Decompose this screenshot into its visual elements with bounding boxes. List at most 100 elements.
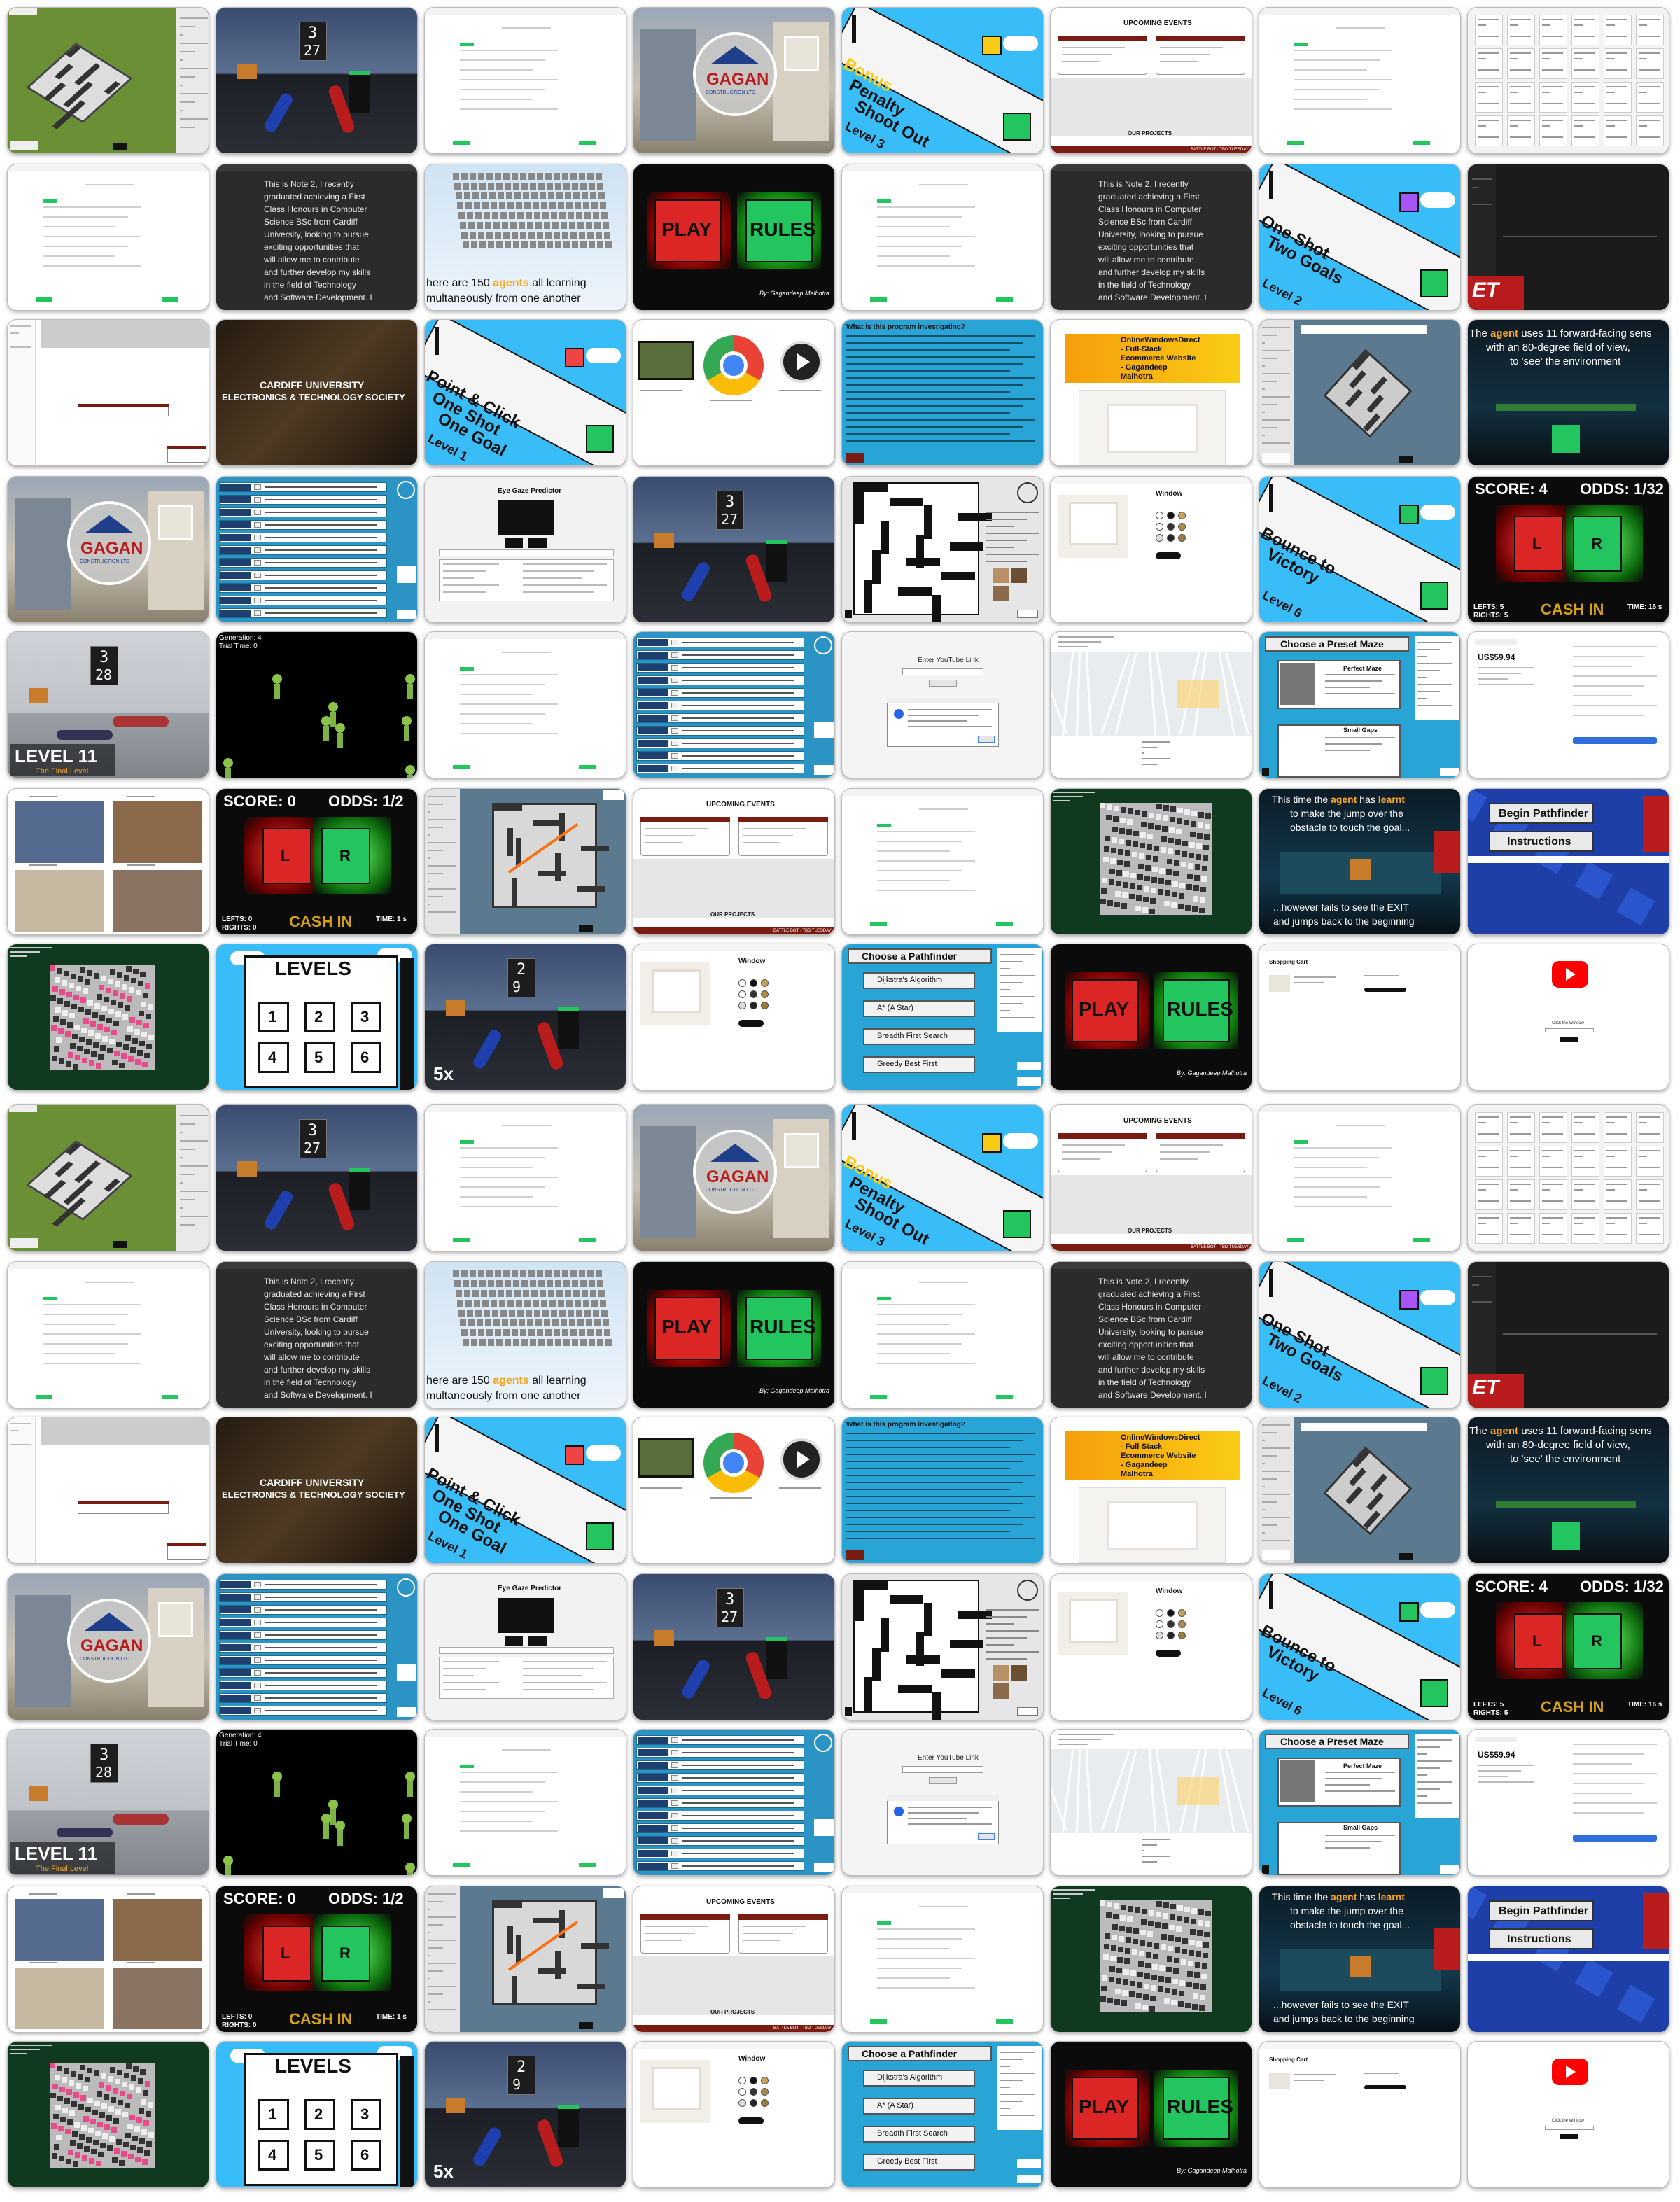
confirm-button[interactable] bbox=[1440, 1865, 1460, 1874]
color-option[interactable] bbox=[761, 990, 769, 998]
project-thumbnail[interactable]: here are 150 agents all learning multaneo… bbox=[424, 1261, 626, 1408]
next-button[interactable] bbox=[579, 141, 596, 145]
project-thumbnail[interactable]: 3 27 bbox=[216, 1104, 418, 1251]
submit-button[interactable] bbox=[453, 765, 470, 769]
back-button[interactable] bbox=[845, 1707, 852, 1716]
project-thumbnail[interactable]: here are 150 agents all learning multaneo… bbox=[424, 164, 626, 311]
settings-button[interactable] bbox=[1017, 2159, 1041, 2168]
project-thumbnail[interactable]: US$59.94 bbox=[1467, 631, 1670, 778]
color-option[interactable] bbox=[750, 2088, 757, 2096]
color-option[interactable] bbox=[761, 1002, 769, 1009]
setting-input[interactable] bbox=[671, 1800, 678, 1806]
setting-input[interactable] bbox=[671, 652, 678, 658]
next-button[interactable] bbox=[579, 765, 596, 769]
color-option[interactable] bbox=[761, 2088, 769, 2096]
project-thumbnail[interactable]: GAGAN CONSTRUCTION LTD bbox=[633, 1104, 835, 1251]
setting-input[interactable] bbox=[671, 715, 678, 721]
project-thumbnail[interactable] bbox=[633, 1729, 835, 1876]
project-thumbnail[interactable] bbox=[633, 1417, 835, 1564]
tab-strip[interactable] bbox=[439, 549, 614, 556]
project-thumbnail[interactable] bbox=[633, 631, 835, 778]
project-photo[interactable] bbox=[113, 1968, 202, 2029]
project-thumbnail[interactable] bbox=[7, 7, 209, 154]
project-thumbnail[interactable]: 3 27 bbox=[633, 476, 835, 623]
setting-input[interactable] bbox=[671, 665, 678, 671]
top-button[interactable] bbox=[603, 1888, 624, 1898]
color-option[interactable] bbox=[1178, 1609, 1186, 1617]
project-photo[interactable] bbox=[15, 801, 104, 863]
color-option[interactable] bbox=[1156, 523, 1163, 531]
color-option[interactable] bbox=[1167, 1609, 1175, 1617]
setting-input[interactable] bbox=[254, 1607, 261, 1613]
confirm-button[interactable] bbox=[1440, 768, 1460, 776]
setting-input[interactable] bbox=[254, 547, 261, 553]
project-thumbnail[interactable] bbox=[7, 1886, 209, 2033]
confirm-button[interactable] bbox=[814, 765, 834, 775]
submit-button[interactable] bbox=[36, 1395, 52, 1399]
color-option[interactable] bbox=[1156, 1609, 1163, 1617]
event-card[interactable] bbox=[1058, 36, 1147, 75]
color-option[interactable] bbox=[738, 2088, 746, 2096]
project-thumbnail[interactable] bbox=[424, 1886, 626, 2033]
setting-input[interactable] bbox=[671, 1762, 678, 1768]
project-thumbnail[interactable] bbox=[7, 1417, 209, 1564]
submit-button[interactable] bbox=[1560, 2134, 1578, 2139]
project-thumbnail[interactable]: 3 27 bbox=[633, 1573, 835, 1720]
pause-button[interactable] bbox=[579, 925, 593, 932]
setting-input[interactable] bbox=[671, 1851, 678, 1856]
setting-input[interactable] bbox=[671, 1788, 678, 1793]
next-button[interactable] bbox=[162, 1395, 178, 1399]
project-thumbnail[interactable]: Choose a Preset Maze Perfect Maze Small Ga… bbox=[1259, 1729, 1461, 1876]
event-card[interactable] bbox=[640, 1914, 730, 1954]
project-thumbnail[interactable]: LEVELS 1 2 3 4 5 6 bbox=[216, 2041, 418, 2188]
project-thumbnail[interactable] bbox=[7, 164, 209, 311]
next-button[interactable] bbox=[996, 2019, 1013, 2024]
setting-input[interactable] bbox=[254, 560, 261, 566]
color-option[interactable] bbox=[1178, 1632, 1186, 1639]
next-button[interactable] bbox=[996, 1395, 1013, 1399]
tile-swatch[interactable] bbox=[993, 586, 1009, 601]
color-option[interactable] bbox=[1156, 512, 1163, 519]
project-thumbnail[interactable]: Choose a Pathfinder Dijkstra's Algorithm A… bbox=[841, 944, 1044, 1091]
color-option[interactable] bbox=[1178, 1620, 1186, 1628]
project-thumbnail[interactable]: CARDIFF UNIVERSITY ELECTRONICS & TECHNOLO… bbox=[216, 319, 418, 466]
ok-button[interactable] bbox=[978, 1833, 995, 1840]
confirm-button[interactable] bbox=[397, 610, 416, 619]
setting-input[interactable] bbox=[671, 678, 678, 683]
project-thumbnail[interactable]: ET bbox=[1467, 164, 1670, 311]
speed-slider[interactable] bbox=[10, 141, 38, 150]
project-thumbnail[interactable]: This is Note 2, I recently graduated achi… bbox=[1050, 1261, 1252, 1408]
project-thumbnail[interactable] bbox=[1050, 1729, 1252, 1876]
color-option[interactable] bbox=[750, 2099, 757, 2107]
color-option[interactable] bbox=[1156, 534, 1163, 542]
submit-button[interactable] bbox=[1287, 141, 1304, 145]
cash-in-button[interactable]: CASH IN bbox=[289, 913, 352, 930]
tile-swatch[interactable] bbox=[993, 568, 1009, 583]
video-thumbnail[interactable] bbox=[638, 341, 694, 380]
pause-button[interactable] bbox=[579, 2022, 593, 2029]
project-thumbnail[interactable] bbox=[1467, 7, 1670, 154]
project-thumbnail[interactable]: Window bbox=[1050, 476, 1252, 623]
setting-input[interactable] bbox=[671, 1775, 678, 1781]
add-to-cart-button[interactable] bbox=[1156, 552, 1181, 559]
project-thumbnail[interactable]: Choose a Preset Maze Perfect Maze Small Ga… bbox=[1259, 631, 1461, 778]
preset-card[interactable] bbox=[1278, 724, 1401, 778]
top-button[interactable] bbox=[9, 8, 37, 15]
project-thumbnail[interactable]: LEVELS 1 2 3 4 5 6 bbox=[216, 944, 418, 1091]
project-thumbnail[interactable]: Click the Window bbox=[1467, 944, 1670, 1091]
add-to-cart-button[interactable] bbox=[738, 2117, 764, 2124]
back-button[interactable] bbox=[1262, 768, 1269, 776]
project-thumbnail[interactable]: OnlineWindowsDirect - Full-Stack Ecommerce… bbox=[1050, 1417, 1252, 1564]
setting-input[interactable] bbox=[254, 1657, 261, 1663]
link-input[interactable] bbox=[1545, 1028, 1594, 1032]
setting-input[interactable] bbox=[254, 1582, 261, 1587]
next-button[interactable] bbox=[1413, 1238, 1430, 1242]
download-button[interactable] bbox=[929, 1777, 957, 1784]
project-thumbnail[interactable]: UPCOMING EVENTS OUR PROJECTS BATTLE BOT · … bbox=[633, 1886, 835, 2033]
project-thumbnail[interactable] bbox=[841, 1573, 1044, 1720]
project-thumbnail[interactable]: One Shot Two Goals Level 2 bbox=[1259, 1261, 1461, 1408]
back-button[interactable] bbox=[846, 1550, 864, 1560]
back-button[interactable] bbox=[814, 1819, 834, 1836]
project-thumbnail[interactable]: Eye Gaze Predictor bbox=[424, 476, 626, 623]
project-thumbnail[interactable]: Eye Gaze Predictor bbox=[424, 1573, 626, 1720]
